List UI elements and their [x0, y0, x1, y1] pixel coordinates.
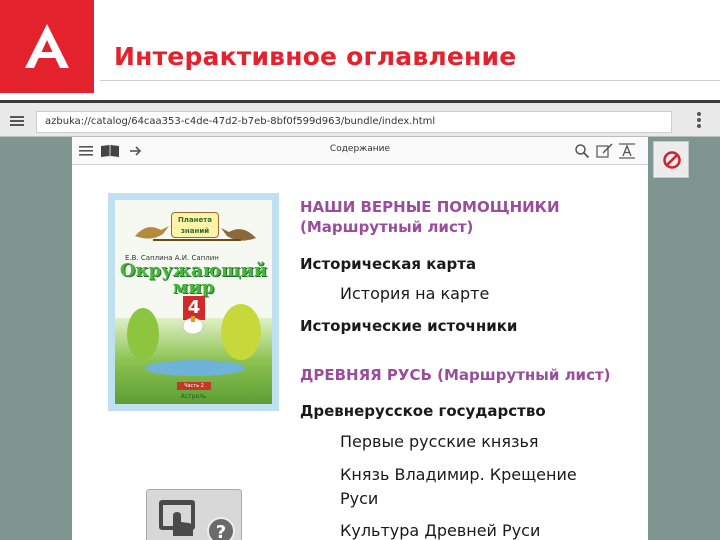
logo — [0, 0, 94, 93]
trees-illustration — [127, 304, 261, 360]
logo-icon — [25, 24, 69, 68]
toc-link[interactable]: Руси — [340, 487, 378, 511]
touch-icon — [159, 500, 195, 536]
toc-link[interactable]: Культура Древней Руси — [340, 519, 540, 540]
text-size-icon[interactable] — [618, 143, 636, 159]
menu-icon[interactable] — [10, 116, 24, 126]
toc-section[interactable]: ДРЕВНЯЯ РУСЬ (Маршрутный лист) — [300, 365, 611, 385]
toc-section[interactable]: НАШИ ВЕРНЫЕ ПОМОЩНИКИ — [300, 197, 560, 217]
river-illustration — [145, 360, 245, 376]
no-entry-button[interactable] — [653, 141, 689, 178]
slide-title: Интерактивное оглавление — [114, 42, 517, 71]
cover-part: Часть 2 — [177, 382, 211, 390]
no-entry-icon — [663, 151, 681, 169]
toc-heading[interactable]: Историческая карта — [300, 254, 476, 274]
cover-publisher: Астрель — [180, 393, 207, 400]
toc-link[interactable]: Первые русские князья — [340, 430, 539, 454]
cover-title: Окружающий мир — [119, 260, 268, 298]
series-plaque: Планета знаний — [171, 212, 219, 238]
search-icon[interactable] — [574, 143, 590, 159]
book-cover-art: Планета знаний Е.В. Саплина А.И. Саплин … — [115, 200, 272, 404]
help-tile[interactable]: ? — [146, 489, 242, 540]
browser-toolbar: azbuka://catalog/64caa353-c4de-47d2-b7eb… — [0, 100, 720, 137]
toc-heading[interactable]: Древнерусское государство — [300, 401, 546, 421]
toc-link[interactable]: Князь Владимир. Крещение — [340, 463, 577, 487]
more-icon[interactable] — [697, 112, 701, 130]
edit-icon[interactable] — [596, 143, 614, 159]
slide-header: Интерактивное оглавление — [0, 0, 720, 100]
reader-toolbar-title: Содержание — [329, 144, 391, 154]
help-icon[interactable]: ? — [207, 517, 235, 540]
toc-heading[interactable]: Исторические источники — [300, 316, 517, 336]
book-cover[interactable]: Планета знаний Е.В. Саплина А.И. Саплин … — [108, 193, 279, 411]
toc-section[interactable]: (Маршрутный лист) — [300, 217, 473, 237]
url-field[interactable]: azbuka://catalog/64caa353-c4de-47d2-b7eb… — [36, 111, 672, 133]
title-divider — [100, 80, 720, 81]
toc-link[interactable]: История на карте — [340, 282, 489, 306]
reader-page: Содержание Планета знаний Е.В. Саплина А… — [72, 137, 648, 540]
reader-toolbar: Содержание — [72, 137, 648, 165]
